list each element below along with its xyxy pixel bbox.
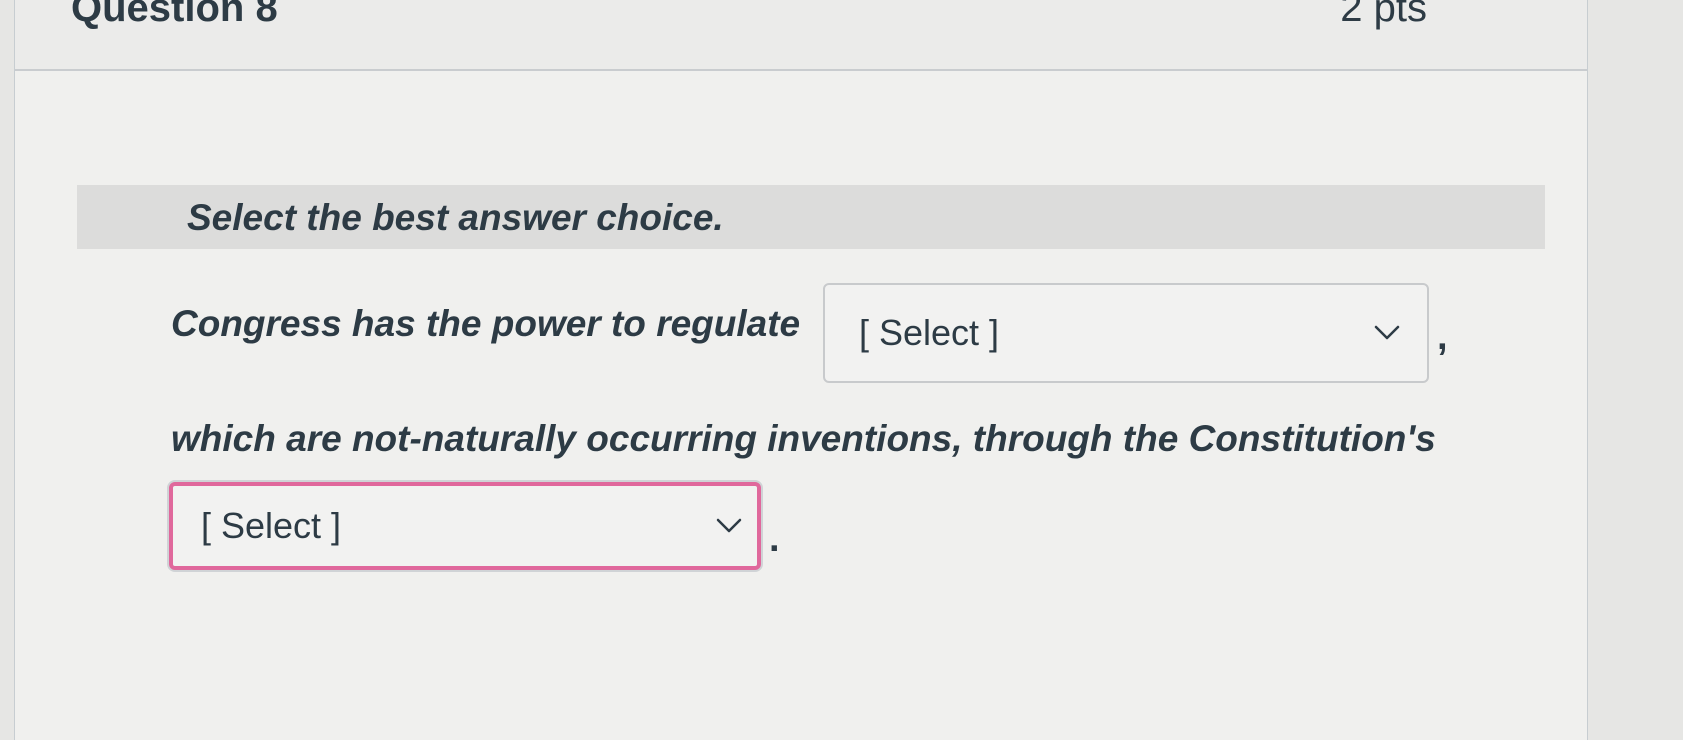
dropdown-1-value: [ Select ] xyxy=(859,312,1000,353)
instruction-text: Select the best answer choice. xyxy=(187,197,724,238)
comma: , xyxy=(1437,316,1448,358)
prompt-part-1: Congress has the power to regulate xyxy=(171,303,801,344)
dropdown-2-value: [ Select ] xyxy=(201,505,342,546)
chevron-down-icon xyxy=(1374,325,1400,340)
dropdown-1[interactable]: [ Select ] xyxy=(823,283,1429,383)
period: . xyxy=(769,518,780,560)
prompt-part-2: which are not-naturally occurring invent… xyxy=(171,418,1436,459)
chevron-down-icon xyxy=(716,518,742,533)
question-title: Question 8 xyxy=(71,0,278,30)
question-card: Question 8 2 pts Select the best answer … xyxy=(14,0,1588,740)
dropdown-2[interactable]: [ Select ] xyxy=(169,482,761,570)
instruction-bar: Select the best answer choice. xyxy=(77,185,1545,249)
question-points: 2 pts xyxy=(1340,0,1427,30)
question-header: Question 8 2 pts xyxy=(15,0,1587,71)
